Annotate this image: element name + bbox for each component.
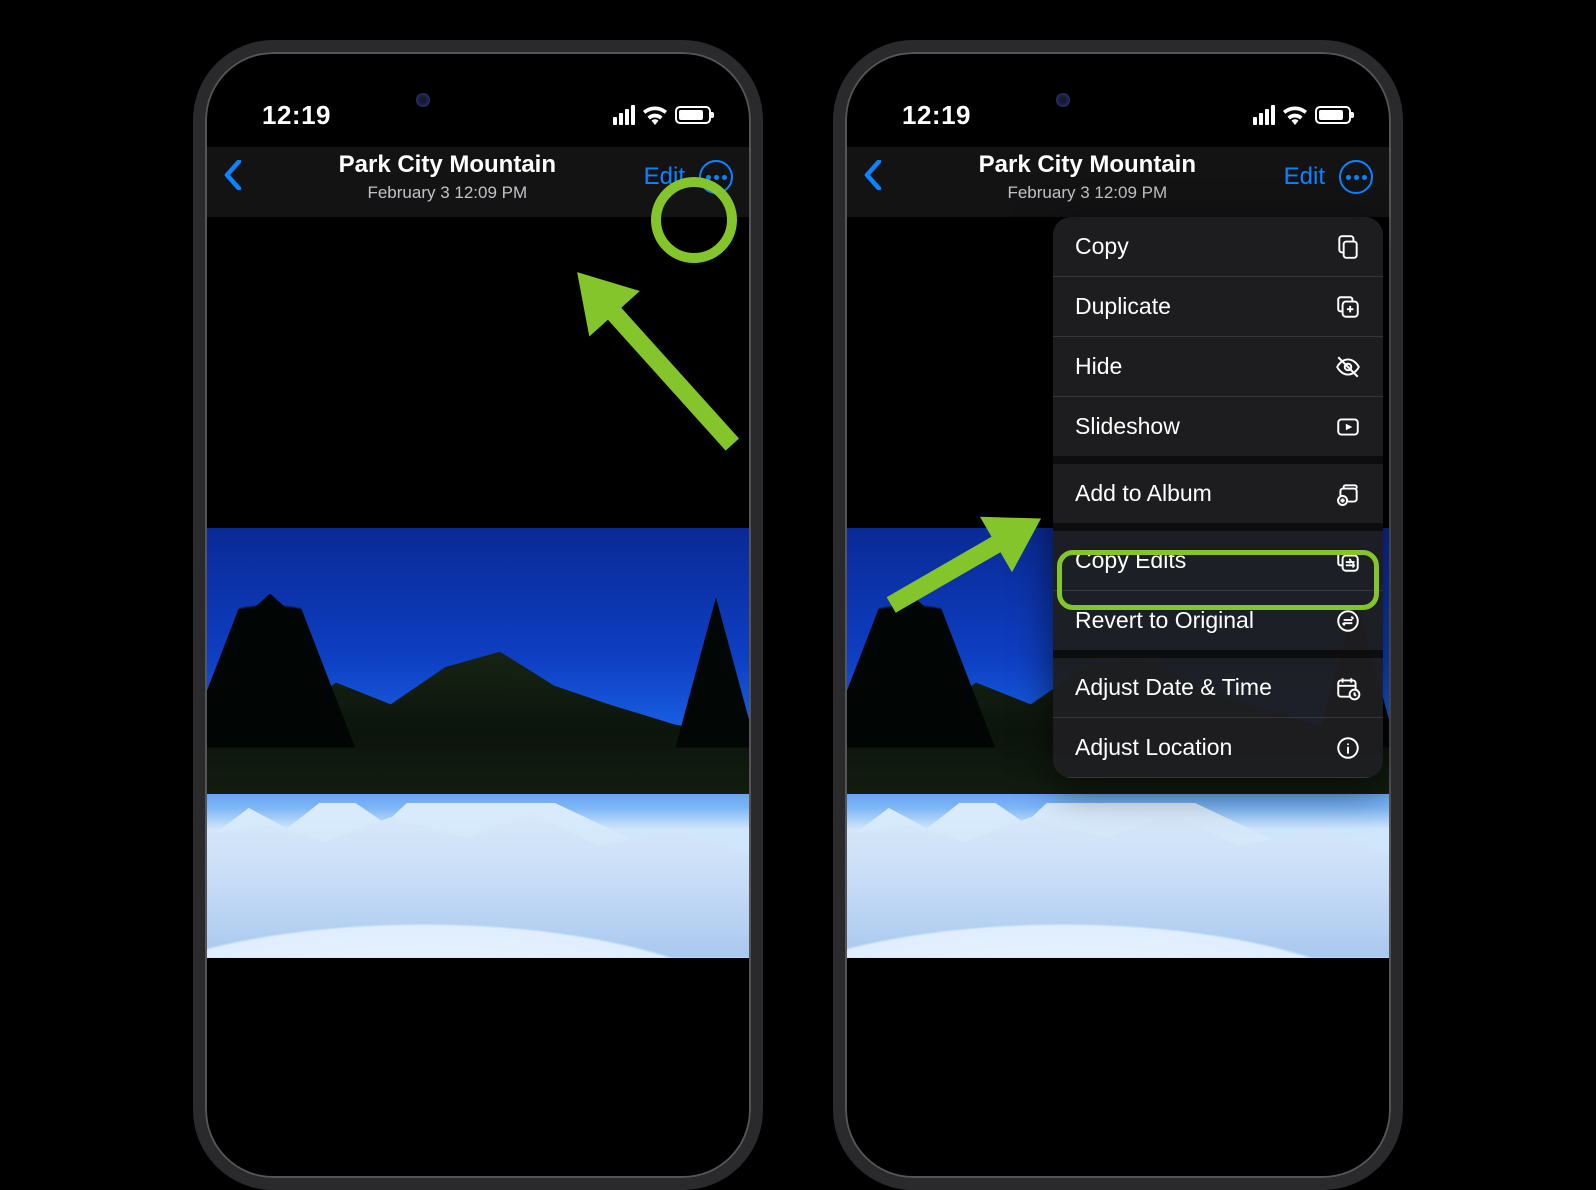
menu-label: Copy — [1075, 233, 1129, 260]
calendar-clock-icon — [1335, 675, 1361, 701]
add-album-icon — [1335, 481, 1361, 507]
iphone-mockup-right: 12:19 Park City Mountain February 3 12:0… — [833, 40, 1403, 1190]
battery-icon — [1315, 106, 1351, 124]
menu-item-adjust-location[interactable]: Adjust Location — [1053, 718, 1383, 778]
cellular-icon — [613, 105, 635, 125]
dynamic-island — [1028, 80, 1208, 120]
front-camera — [416, 93, 430, 107]
nav-subtitle: February 3 12:09 PM — [251, 182, 644, 203]
menu-item-add-to-album[interactable]: Add to Album — [1053, 464, 1383, 531]
menu-item-revert-to-original[interactable]: Revert to Original — [1053, 591, 1383, 658]
duplicate-icon — [1335, 294, 1361, 320]
nav-title: Park City Mountain — [251, 150, 644, 180]
location-info-icon — [1335, 735, 1361, 761]
screen: 12:19 Park City Mountain February 3 12:0… — [845, 52, 1391, 1178]
copy-edits-icon — [1335, 548, 1361, 574]
menu-item-copy[interactable]: Copy — [1053, 217, 1383, 277]
status-icons — [613, 105, 711, 125]
menu-label: Adjust Location — [1075, 734, 1232, 761]
menu-label: Hide — [1075, 353, 1122, 380]
nav-title-block: Park City Mountain February 3 12:09 PM — [891, 150, 1284, 203]
status-time: 12:19 — [262, 100, 331, 131]
menu-item-hide[interactable]: Hide — [1053, 337, 1383, 397]
nav-title: Park City Mountain — [891, 150, 1284, 180]
dynamic-island — [388, 80, 568, 120]
front-camera — [1056, 93, 1070, 107]
status-time: 12:19 — [902, 100, 971, 131]
cellular-icon — [1253, 105, 1275, 125]
wifi-icon — [643, 105, 667, 125]
edit-button[interactable]: Edit — [1284, 163, 1325, 191]
revert-icon — [1335, 608, 1361, 634]
back-button[interactable] — [863, 160, 891, 195]
menu-label: Slideshow — [1075, 413, 1180, 440]
more-button[interactable] — [699, 160, 733, 194]
edit-button[interactable]: Edit — [644, 163, 685, 191]
menu-item-slideshow[interactable]: Slideshow — [1053, 397, 1383, 464]
menu-item-copy-edits[interactable]: Copy Edits — [1053, 531, 1383, 591]
photo-viewport[interactable] — [205, 217, 751, 1178]
back-button[interactable] — [223, 160, 251, 195]
nav-title-block: Park City Mountain February 3 12:09 PM — [251, 150, 644, 203]
nav-bar: Park City Mountain February 3 12:09 PM E… — [205, 147, 751, 217]
menu-item-adjust-date-time[interactable]: Adjust Date & Time — [1053, 658, 1383, 718]
wifi-icon — [1283, 105, 1307, 125]
more-button[interactable] — [1339, 160, 1373, 194]
menu-item-duplicate[interactable]: Duplicate — [1053, 277, 1383, 337]
nav-bar: Park City Mountain February 3 12:09 PM E… — [845, 147, 1391, 217]
battery-icon — [675, 106, 711, 124]
nav-subtitle: February 3 12:09 PM — [891, 182, 1284, 203]
menu-label: Duplicate — [1075, 293, 1171, 320]
status-icons — [1253, 105, 1351, 125]
menu-label: Adjust Date & Time — [1075, 674, 1272, 701]
copy-icon — [1335, 234, 1361, 260]
menu-label: Copy Edits — [1075, 547, 1186, 574]
menu-label: Add to Album — [1075, 480, 1212, 507]
slideshow-icon — [1335, 414, 1361, 440]
hide-icon — [1335, 354, 1361, 380]
screen: 12:19 Park City Mountain February 3 12:0… — [205, 52, 751, 1178]
photo-mountain-landscape — [205, 528, 751, 958]
iphone-mockup-left: 12:19 Park City Mountain February 3 12:0… — [193, 40, 763, 1190]
context-menu: Copy Duplicate Hide Slideshow Add to Alb… — [1053, 217, 1383, 778]
menu-label: Revert to Original — [1075, 607, 1254, 634]
